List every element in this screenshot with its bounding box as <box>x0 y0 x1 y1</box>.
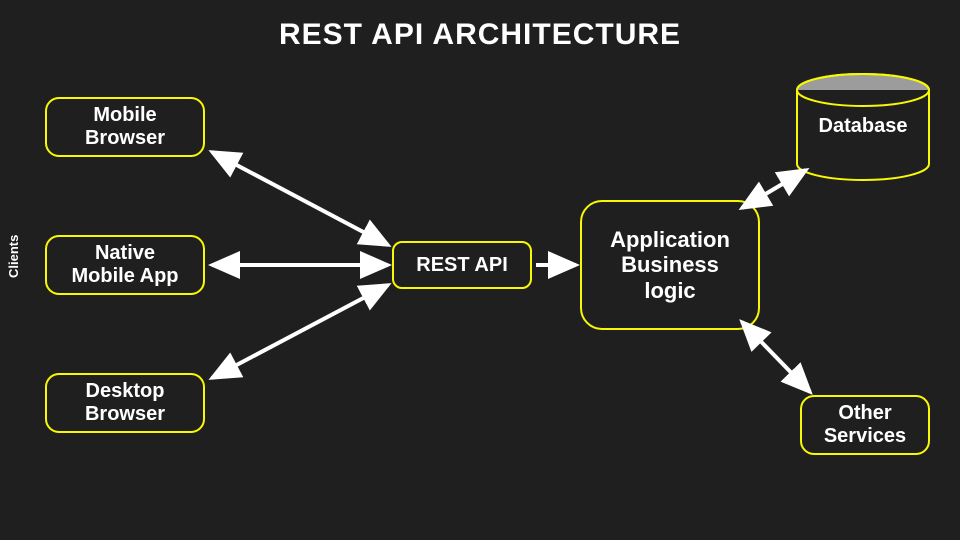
database-label: Database <box>793 115 933 138</box>
node-label: ApplicationBusinesslogic <box>610 227 730 303</box>
node-native-mobile-app: NativeMobile App <box>45 235 205 295</box>
diagram-title: REST API ARCHITECTURE <box>0 18 960 52</box>
node-label: DesktopBrowser <box>85 380 165 426</box>
node-mobile-browser: MobileBrowser <box>45 97 205 157</box>
node-app-business-logic: ApplicationBusinesslogic <box>580 200 760 330</box>
node-label: OtherServices <box>824 402 906 448</box>
node-label: MobileBrowser <box>85 104 165 150</box>
arrow-applogic-to-otherservices <box>742 322 810 392</box>
clients-group-label: Clients <box>6 235 21 278</box>
arrow-mobile-to-restapi <box>212 152 388 245</box>
node-other-services: OtherServices <box>800 395 930 455</box>
node-rest-api: REST API <box>392 241 532 289</box>
node-label: REST API <box>416 254 508 277</box>
node-desktop-browser: DesktopBrowser <box>45 373 205 433</box>
arrow-desktop-to-restapi <box>212 285 388 378</box>
node-label: NativeMobile App <box>71 242 178 288</box>
